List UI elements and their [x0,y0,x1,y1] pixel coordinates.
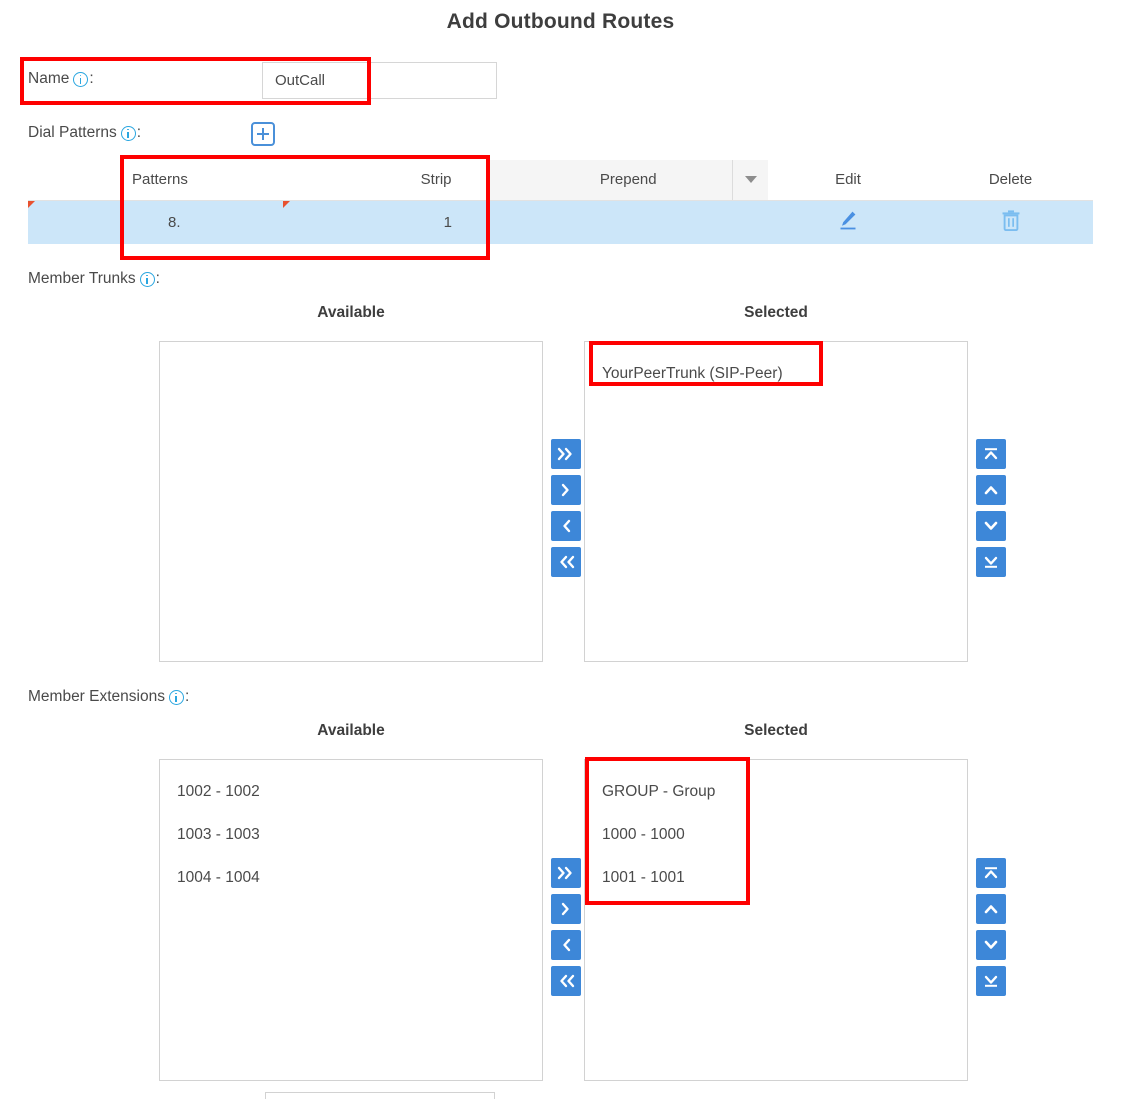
move-up-button[interactable] [976,894,1006,924]
page-title: Add Outbound Routes [0,10,1121,34]
plus-icon[interactable] [251,122,275,146]
list-item[interactable] [160,352,542,395]
list-item[interactable]: 1003 - 1003 [160,813,542,856]
name-label-colon: : [89,70,93,88]
column-header-prepend-label: Prepend [600,171,657,188]
move-to-bottom-button[interactable] [976,966,1006,996]
move-up-button[interactable] [976,475,1006,505]
info-icon[interactable] [169,690,184,705]
table-row[interactable]: 8. 1 [28,200,1093,244]
list-item[interactable]: GROUP - Group [585,770,967,813]
name-label: Name [28,70,69,88]
move-all-left-button[interactable] [551,547,581,577]
member-trunks-available-list[interactable] [159,341,543,662]
move-to-top-button[interactable] [976,858,1006,888]
move-to-bottom-button[interactable] [976,547,1006,577]
info-icon[interactable] [121,126,136,141]
member-extensions-available-list[interactable]: 1002 - 1002 1003 - 1003 1004 - 1004 [159,759,543,1081]
member-extensions-label: Member Extensions [28,688,165,706]
column-header-delete: Delete [928,160,1093,200]
dial-patterns-label-colon: : [137,124,141,142]
dial-patterns-label: Dial Patterns [28,124,117,142]
dial-patterns-row: Dial Patterns : [28,124,141,142]
move-left-button[interactable] [551,511,581,541]
info-icon[interactable] [73,72,88,87]
pencil-icon[interactable] [837,209,859,231]
move-right-button[interactable] [551,475,581,505]
move-right-button[interactable] [551,894,581,924]
info-icon[interactable] [140,272,155,287]
member-extensions-transfer-buttons [551,858,581,996]
list-item[interactable]: 1000 - 1000 [585,813,967,856]
column-header-strip[interactable]: Strip [283,160,488,200]
member-extensions-selected-list[interactable]: GROUP - Group 1000 - 1000 1001 - 1001 [584,759,968,1081]
list-item[interactable]: YourPeerTrunk (SIP-Peer) [585,352,967,395]
list-item[interactable]: 1004 - 1004 [160,856,542,899]
list-item[interactable]: 1002 - 1002 [160,770,542,813]
list-item[interactable]: 1001 - 1001 [585,856,967,899]
member-trunks-label-colon: : [156,270,160,288]
member-trunks-row: Member Trunks : [28,270,160,288]
member-trunks-selected-list[interactable]: YourPeerTrunk (SIP-Peer) [584,341,968,662]
member-extensions-row: Member Extensions : [28,688,189,706]
cell-delete[interactable] [928,200,1093,244]
cell-strip[interactable]: 1 [283,200,488,244]
move-all-left-button[interactable] [551,966,581,996]
dial-patterns-table: Patterns Strip Prepend Edit Delete 8. 1 [28,160,1093,244]
member-extensions-selected-header: Selected [584,722,968,740]
move-all-right-button[interactable] [551,439,581,469]
add-outbound-routes-page: Add Outbound Routes Name : Dial Patterns… [0,0,1121,1099]
member-extensions-label-colon: : [185,688,189,706]
column-header-patterns[interactable]: Patterns [28,160,283,200]
bottom-cutoff-control[interactable] [265,1092,495,1099]
trash-icon[interactable] [1001,209,1021,231]
member-trunks-label: Member Trunks [28,270,136,288]
column-header-edit: Edit [768,160,928,200]
name-input[interactable] [262,62,497,99]
member-trunks-transfer-buttons [551,439,581,577]
move-left-button[interactable] [551,930,581,960]
name-field-row: Name : [28,70,94,88]
cell-edit[interactable] [768,200,928,244]
move-to-top-button[interactable] [976,439,1006,469]
member-trunks-selected-header: Selected [584,304,968,322]
chevron-down-icon[interactable] [732,160,768,200]
table-header-row: Patterns Strip Prepend Edit Delete [28,160,1093,200]
move-all-right-button[interactable] [551,858,581,888]
move-down-button[interactable] [976,511,1006,541]
member-trunks-order-buttons [976,439,1006,577]
member-trunks-available-header: Available [159,304,543,322]
move-down-button[interactable] [976,930,1006,960]
column-header-prepend[interactable]: Prepend [488,160,768,200]
member-extensions-order-buttons [976,858,1006,996]
cell-prepend[interactable] [488,200,768,244]
cell-patterns[interactable]: 8. [28,200,283,244]
member-extensions-available-header: Available [159,722,543,740]
